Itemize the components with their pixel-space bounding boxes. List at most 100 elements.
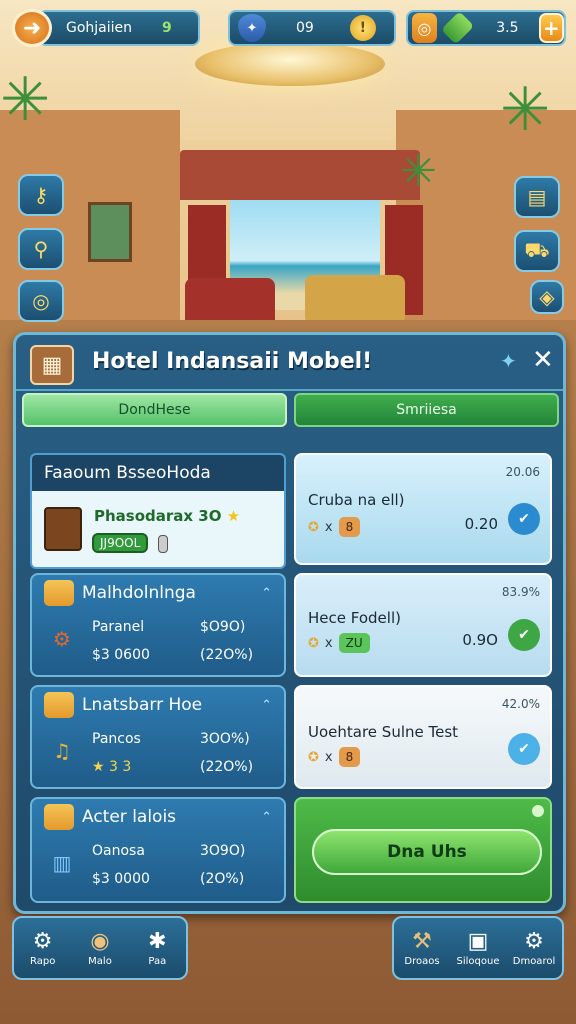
coin-icon: ! (349, 15, 376, 41)
ring-icon: ⚙ (53, 627, 71, 651)
toggle[interactable] (158, 535, 168, 553)
row-label: Pancos (92, 731, 141, 747)
building-icon: ▥ (52, 851, 72, 875)
coins-value: 09 (296, 20, 314, 36)
coins-pill[interactable]: ✦ 09 ! (228, 10, 396, 46)
player-name: Gohjaiien (66, 20, 133, 36)
currency-pill[interactable]: ◎ 3.5 + (406, 10, 566, 46)
ledger-icon: ▦ (30, 345, 74, 385)
nav-label: Rapo (30, 956, 56, 967)
truck-icon[interactable]: ⛟ (514, 230, 560, 272)
room-card[interactable]: Malhdolnlnga ⌃ ⚙ Paranel $O9O) $3 0600 (22O… (30, 573, 286, 677)
hotel-dialog: ▦ Hotel Indansaii Mobel! ✦ ✕ DondHese Sm… (13, 332, 566, 914)
star-icon: ✪ (308, 749, 319, 765)
chevron-icon[interactable]: ⌃ (261, 586, 272, 601)
bottom-nav-right: ⚒ Droaos ▣ Siloqoue ⚙ Dmoarol (392, 916, 564, 980)
card-header: Faaoum BsseoHoda (32, 455, 284, 491)
nav-build[interactable]: ⚒ Droaos (394, 918, 450, 978)
search-icon[interactable]: ⚲ (18, 228, 64, 270)
offer-percent: 83.9% (501, 585, 540, 599)
confirm-icon[interactable]: ✔ (508, 503, 540, 535)
chandelier (195, 42, 385, 86)
back-arrow-icon[interactable]: ➜ (12, 9, 52, 47)
player-level: 9 (162, 20, 172, 36)
card-item-name: Phasodarax 3O ★ (94, 507, 241, 525)
lute-icon: ♫ (53, 739, 71, 763)
price-badge: JJ9OOL (92, 533, 149, 553)
offer-name: Uoehtare Sulne Test (308, 723, 459, 741)
room-card-selected[interactable]: Faaoum BsseoHoda Phasodarax 3O ★ JJ9OOL (30, 453, 286, 569)
row-label: ★ 3 3 (92, 759, 132, 775)
shield-icon: ✦ (238, 14, 266, 42)
row-value: 3O9O) (200, 843, 246, 859)
row-value: 3OO%) (200, 731, 250, 747)
offer-card[interactable]: 42.0% Uoehtare Sulne Test ✪ x 8 ✔ (294, 685, 552, 789)
row-value: (2O%) (200, 871, 245, 887)
offer-chip: 8 (338, 517, 361, 537)
dot-icon (532, 805, 544, 817)
row-label: $3 0000 (92, 871, 150, 887)
confirm-button[interactable]: Dna Uhs (312, 829, 542, 875)
confirm-icon[interactable]: ✔ (508, 619, 540, 651)
badge-icon[interactable]: ◈ (530, 280, 564, 314)
chevron-icon[interactable]: ⌃ (261, 810, 272, 825)
row-value: (22O%) (200, 759, 254, 775)
offer-percent: 20.06 (505, 465, 540, 479)
sparkle-icon[interactable]: ✦ (500, 349, 517, 373)
nav-label: Siloqoue (456, 956, 500, 967)
gem-icon (440, 11, 475, 45)
offer-price: 0.9O (462, 631, 498, 649)
cabinet-icon (44, 507, 82, 551)
dialog-title: Hotel Indansaii Mobel! (92, 349, 373, 374)
room-card[interactable]: Acter lalois ⌃ ▥ Oanosa 3O9O) $3 0000 (2O%) (30, 797, 286, 903)
offer-name: Hece Fodell) (308, 609, 401, 627)
nav-stats[interactable]: ▣ Siloqoue (450, 918, 506, 978)
confirm-panel: Dna Uhs (294, 797, 552, 903)
key-icon[interactable]: ⚷ (18, 174, 64, 216)
nav-label: Dmoarol (512, 956, 556, 967)
star-icon: ✪ (308, 519, 319, 535)
nav-star[interactable]: ✱ Paa (129, 918, 186, 978)
row-value: (22O%) (200, 647, 254, 663)
tab-second[interactable]: Smriiesa (294, 393, 559, 427)
nav-gear[interactable]: ⚙ Rapo (14, 918, 71, 978)
plus-icon[interactable]: + (538, 13, 565, 43)
star-icon: ✱ (148, 929, 167, 954)
nav-label: Paa (148, 956, 167, 967)
top-bar: ➜ Gohjaiien 9 ✦ 09 ! ◎ 3.5 + (8, 6, 568, 48)
yellow-sofa (305, 275, 405, 325)
player-name-pill[interactable]: Gohjaiien 9 (38, 10, 200, 46)
nav-label: Malo (88, 956, 112, 967)
offer-percent: 42.0% (501, 697, 540, 711)
hat-icon (44, 580, 74, 606)
chevron-icon[interactable]: ⌃ (261, 698, 272, 713)
hammer-icon: ⚒ (412, 929, 432, 954)
nav-settings[interactable]: ⚙ Dmoarol (506, 918, 562, 978)
nav-ring[interactable]: ◉ Malo (71, 918, 128, 978)
currency-value: 3.5 (496, 20, 519, 36)
box-icon (44, 692, 74, 718)
ring-icon: ◉ (90, 929, 110, 954)
row-label: Oanosa (92, 843, 145, 859)
row-label: $3 0600 (92, 647, 150, 663)
offer-card[interactable]: 20.06 Cruba na ell) ✪ x 8 0.20 ✔ (294, 453, 552, 565)
dialog-header: ▦ Hotel Indansaii Mobel! ✦ ✕ (16, 335, 563, 391)
painting (88, 202, 132, 262)
gear-icon: ⚙ (32, 929, 53, 954)
offer-name: Cruba na ell) (308, 491, 405, 509)
room-card[interactable]: Lnatsbarr Hoe ⌃ ♫ Pancos 3OO%) ★ 3 3 (22O%) (30, 685, 286, 789)
offer-chip: 8 (338, 747, 361, 767)
box-icon (44, 804, 74, 830)
clipboard-icon[interactable]: ▤ (514, 176, 560, 218)
offer-card[interactable]: 83.9% Hece Fodell) ✪ x ZU 0.9O ✔ (294, 573, 552, 677)
close-icon[interactable]: ✕ (532, 345, 554, 375)
bottom-nav-left: ⚙ Rapo ◉ Malo ✱ Paa (12, 916, 188, 980)
card-header: Acter lalois (82, 807, 177, 827)
robot-icon: ▣ (467, 929, 489, 954)
nav-label: Droaos (404, 956, 440, 967)
orange-chest-icon: ◎ (412, 13, 437, 43)
settings-icon: ⚙ (524, 929, 544, 954)
magnifier-icon[interactable]: ◎ (18, 280, 64, 322)
confirm-icon[interactable]: ✔ (508, 733, 540, 765)
tab-first[interactable]: DondHese (22, 393, 287, 427)
